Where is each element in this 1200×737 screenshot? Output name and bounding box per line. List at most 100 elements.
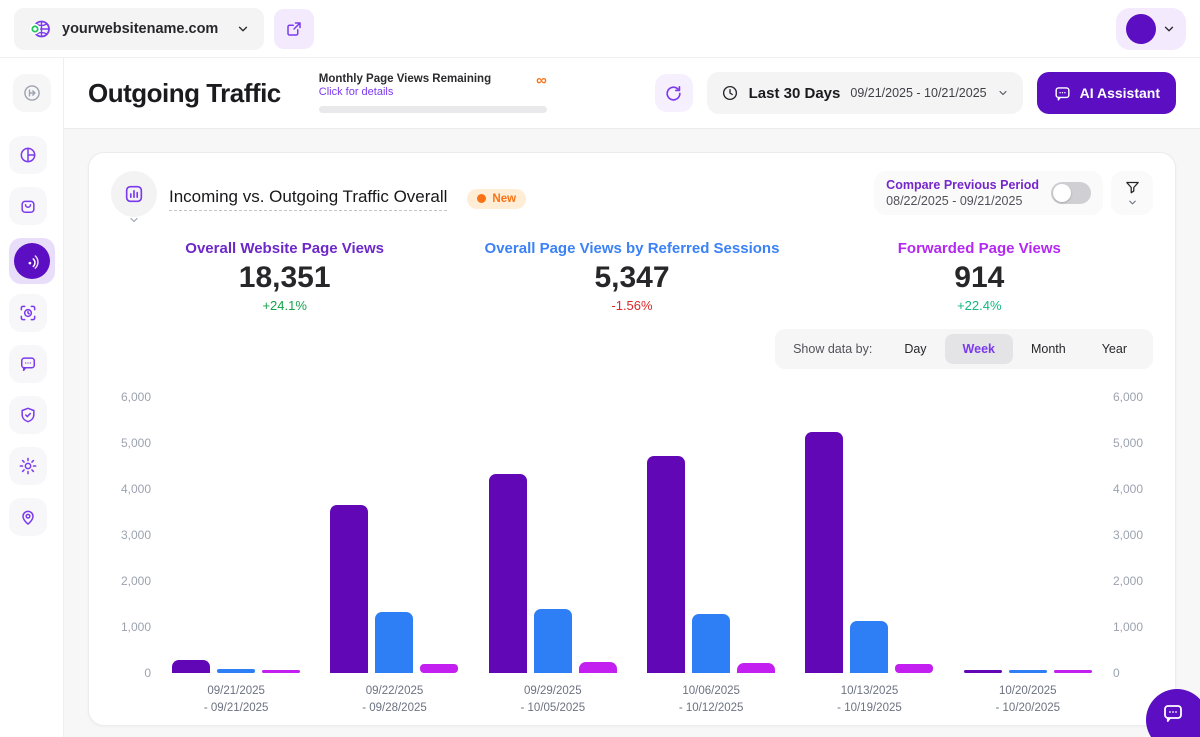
bar-group: 09/29/2025- 10/05/2025 [489,397,617,716]
bar-website-page-views[interactable] [805,432,843,673]
bar-group: 09/21/2025- 09/21/2025 [172,397,300,716]
sidebar-nav-items [9,136,55,549]
metric-value: 914 [806,261,1153,295]
x-axis-label: 10/20/2025- 10/20/2025 [996,683,1061,716]
bar-forwarded-page-views[interactable] [1054,670,1092,673]
compare-previous-period[interactable]: Compare Previous Period 08/22/2025 - 09/… [874,171,1103,215]
show-data-by-day[interactable]: Day [886,334,944,364]
infinity-icon: ∞ [536,73,547,88]
bar-referred-sessions[interactable] [692,614,730,673]
date-range-value: 09/21/2025 - 10/21/2025 [850,86,986,100]
metrics-row: Overall Website Page Views 18,351 +24.1%… [111,240,1153,313]
bar-website-page-views[interactable] [330,505,368,673]
y-axis-tick: 2,000 [121,574,151,588]
sidebar [0,58,64,737]
y-axis-tick: 3,000 [1113,528,1143,542]
x-axis-label: 09/22/2025- 09/28/2025 [362,683,427,716]
external-link-icon [285,20,303,38]
funnel-icon [1124,179,1141,196]
metric-delta: +24.1% [111,298,458,313]
pin-icon [18,507,38,527]
x-axis-label: 09/21/2025- 09/21/2025 [204,683,269,716]
top-bar: yourwebsitename.com [0,0,1200,58]
filter-button[interactable] [1111,171,1153,215]
bar-referred-sessions[interactable] [850,621,888,673]
metric-label: Overall Website Page Views [111,240,458,257]
metric-label: Forwarded Page Views [806,240,1153,257]
monthly-quota-widget: Monthly Page Views Remaining Click for d… [319,73,547,114]
y-axis-tick: 2,000 [1113,574,1143,588]
metric-delta: -1.56% [458,298,805,313]
avatar [1126,14,1156,44]
bar-website-page-views[interactable] [964,670,1002,673]
chat-bubble-icon [1053,84,1072,103]
metric-website-page-views: Overall Website Page Views 18,351 +24.1% [111,240,458,313]
arrow-right-circle-icon [22,83,42,103]
bar-website-page-views[interactable] [647,456,685,673]
show-data-by-week[interactable]: Week [945,334,1013,364]
bar-forwarded-page-views[interactable] [579,662,617,673]
quota-details-link[interactable]: Click for details [319,86,491,98]
show-data-by-options: DayWeekMonthYear [886,334,1145,364]
x-axis-label: 10/13/2025- 10/19/2025 [837,683,902,716]
sidebar-item-session-scan[interactable] [9,294,47,332]
bar-website-page-views[interactable] [489,474,527,673]
bar-group: 09/22/2025- 09/28/2025 [330,397,458,716]
shield-check-icon [18,405,38,425]
metric-value: 18,351 [111,261,458,295]
bar-referred-sessions[interactable] [1009,670,1047,673]
quota-title: Monthly Page Views Remaining [319,73,491,87]
bar-referred-sessions[interactable] [375,612,413,673]
compare-label: Compare Previous Period [886,178,1039,192]
y-axis-right: 6,0005,0004,0003,0002,0001,0000 [1107,397,1153,673]
bar-website-page-views[interactable] [172,660,210,673]
bar-forwarded-page-views[interactable] [737,663,775,673]
quota-progress-bar [319,106,547,113]
bar-referred-sessions[interactable] [534,609,572,673]
website-name: yourwebsitename.com [62,21,226,37]
account-menu[interactable] [1116,8,1186,50]
chart-plot: 09/21/2025- 09/21/2025 09/22/2025- 09/28/… [157,397,1107,716]
website-selector[interactable]: yourwebsitename.com [14,8,264,50]
bar-forwarded-page-views[interactable] [895,664,933,673]
bar-group: 10/13/2025- 10/19/2025 [805,397,933,716]
show-data-by-year[interactable]: Year [1084,334,1145,364]
y-axis-tick: 6,000 [1113,390,1143,404]
y-axis-tick: 5,000 [121,436,151,450]
show-data-by: Show data by: DayWeekMonthYear [775,329,1153,369]
date-range-picker[interactable]: Last 30 Days 09/21/2025 - 10/21/2025 [707,72,1023,114]
traffic-overview-card: Incoming vs. Outgoing Traffic Overall Ne… [88,152,1176,726]
sidebar-item-store[interactable] [9,187,47,225]
x-axis-label: 09/29/2025- 10/05/2025 [521,683,586,716]
sidebar-item-security[interactable] [9,396,47,434]
metric-referred-sessions: Overall Page Views by Referred Sessions … [458,240,805,313]
bar-referred-sessions[interactable] [217,669,255,673]
show-data-by-month[interactable]: Month [1013,334,1084,364]
metric-label: Overall Page Views by Referred Sessions [458,240,805,257]
widget-menu-button[interactable] [111,171,157,226]
orange-dot-icon [477,194,486,203]
compare-toggle[interactable] [1051,182,1091,204]
ai-assistant-button[interactable]: AI Assistant [1037,72,1176,114]
sidebar-item-settings[interactable] [9,447,47,485]
open-website-button[interactable] [274,9,314,49]
sidebar-item-location[interactable] [9,498,47,536]
y-axis-tick: 3,000 [121,528,151,542]
bar-forwarded-page-views[interactable] [262,670,300,673]
refresh-button[interactable] [655,74,693,112]
page-content: Incoming vs. Outgoing Traffic Overall Ne… [64,129,1200,737]
sidebar-item-outgoing-traffic[interactable] [9,238,55,284]
metric-delta: +22.4% [806,298,1153,313]
sidebar-item-feedback-chat[interactable] [9,345,47,383]
shopping-bag-icon [18,196,38,216]
x-axis-label: 10/06/2025- 10/12/2025 [679,683,744,716]
date-range-label: Last 30 Days [749,85,841,102]
bar-forwarded-page-views[interactable] [420,664,458,673]
collapse-sidebar-button[interactable] [13,74,51,112]
y-axis-tick: 1,000 [1113,620,1143,634]
sidebar-item-dashboard[interactable] [9,136,47,174]
ai-assistant-label: AI Assistant [1080,85,1160,101]
traffic-bar-chart: 6,0005,0004,0003,0002,0001,0000 09/21/20… [111,397,1153,716]
signal-icon [22,251,42,271]
y-axis-tick: 4,000 [1113,482,1143,496]
